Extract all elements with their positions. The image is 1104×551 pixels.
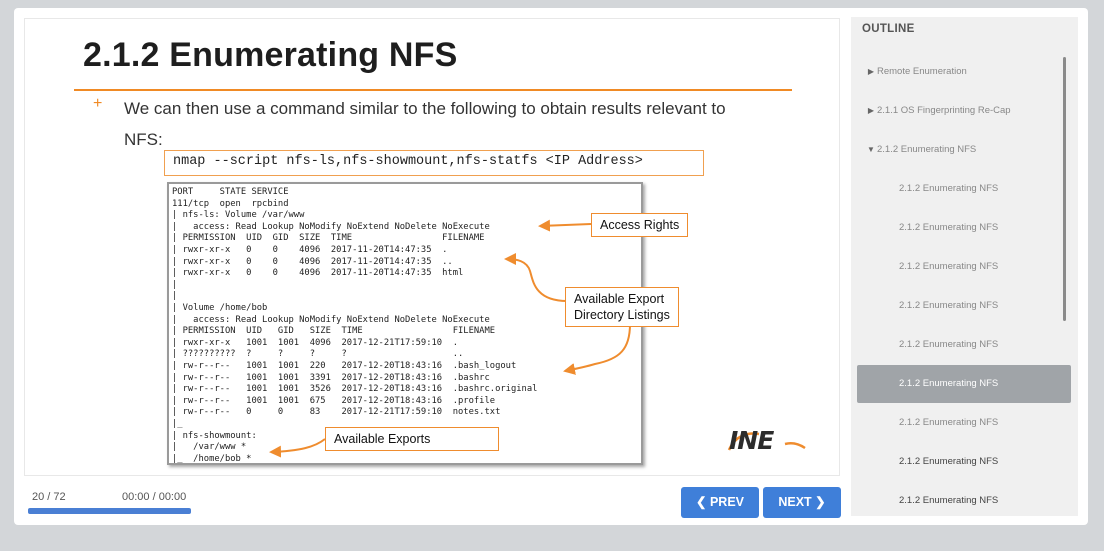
caret-right-icon: ▶ bbox=[867, 106, 875, 115]
outline-item-label: 2.1.2 Enumerating NFS bbox=[899, 261, 999, 272]
terminal-line: | Volume /home/bob bbox=[172, 303, 268, 313]
chevron-right-icon: ❯ bbox=[815, 495, 826, 509]
callout-export-listings-line2: Directory Listings bbox=[574, 308, 670, 322]
outline-item[interactable]: ▶ Remote Enumeration bbox=[857, 53, 1071, 91]
terminal-line: | rw-r--r-- 1001 1001 3526 2017-12-20T18… bbox=[172, 384, 538, 395]
slide-canvas: 2.1.2 Enumerating NFS + We can then use … bbox=[24, 18, 840, 476]
prev-label: PREV bbox=[709, 495, 744, 509]
terminal-line: | bbox=[172, 291, 178, 302]
outline-item-label: 2.1.2 Enumerating NFS bbox=[899, 456, 999, 467]
terminal-line: | PERMISSION UID GID SIZE TIME FILENAME bbox=[172, 233, 485, 244]
terminal-line: | nfs-showmount: bbox=[172, 430, 257, 441]
outline-item[interactable]: ▼ 2.1.2 Enumerating NFS bbox=[857, 131, 1071, 169]
terminal-line: | rwxr-xr-x 1001 1001 4096 2017-12-21T17… bbox=[172, 337, 458, 348]
outline-item-label: Remote Enumeration bbox=[877, 66, 967, 77]
player-controls: 20 / 72 00:00 / 00:00 ❮ PREV NEXT ❯ bbox=[14, 480, 844, 525]
outline-item[interactable]: 2.1.2 Enumerating NFS bbox=[857, 248, 1071, 286]
bullet-line-1: We can then use a command similar to the… bbox=[124, 99, 726, 118]
outline-item-label: 2.1.2 Enumerating NFS bbox=[899, 378, 999, 389]
callout-export-listings-line1: Available Export bbox=[574, 292, 665, 306]
bullet-marker: + bbox=[93, 95, 103, 112]
terminal-line: | /var/www * bbox=[172, 442, 247, 453]
terminal-line: |_ /home/bob * bbox=[172, 453, 252, 464]
caret-down-icon: ▼ bbox=[867, 145, 875, 154]
terminal-line: 111/tcp open rpcbind bbox=[172, 198, 289, 209]
outline-item[interactable]: 2.1.2 Enumerating NFS bbox=[857, 209, 1071, 247]
chevron-left-icon: ❮ bbox=[695, 495, 707, 509]
terminal-line: | access: Read Lookup NoModify NoExtend … bbox=[172, 221, 490, 232]
outline-item[interactable]: ▶ 2.1.1 OS Fingerprinting Re-Cap bbox=[857, 92, 1071, 130]
outline-item-label: 2.1.2 Enumerating NFS bbox=[899, 495, 999, 506]
terminal-line: | rwxr-xr-x 0 0 4096 2017-11-20T14:47:35… bbox=[172, 256, 453, 267]
progress-bar[interactable] bbox=[28, 508, 191, 514]
outline-item-label: 2.1.1 OS Fingerprinting Re-Cap bbox=[877, 105, 1011, 116]
outline-scrollbar[interactable] bbox=[1063, 57, 1066, 321]
callout-access-rights: Access Rights bbox=[591, 213, 689, 237]
outline-item-label: 2.1.2 Enumerating NFS bbox=[899, 222, 999, 233]
outline-item[interactable]: 2.1.2 Enumerating NFS bbox=[857, 170, 1071, 208]
outline-item[interactable]: 2.1.2 Enumerating NFS bbox=[857, 482, 1071, 520]
terminal-line: | rw-r--r-- 1001 1001 3391 2017-12-20T18… bbox=[172, 372, 490, 383]
outline-item[interactable]: 2.1.2 Enumerating NFS bbox=[857, 287, 1071, 325]
outline-item-label: 2.1.2 Enumerating NFS bbox=[899, 300, 999, 311]
terminal-line: | rw-r--r-- 1001 1001 675 2017-12-20T18:… bbox=[172, 395, 496, 406]
bullet-text: We can then use a command similar to the… bbox=[124, 93, 804, 155]
outline-panel: OUTLINE ▶ Remote Enumeration ▶ 2.1.1 OS Fin… bbox=[851, 17, 1078, 516]
terminal-line: | rwxr-xr-x 0 0 4096 2017-11-20T14:47:35… bbox=[172, 245, 448, 255]
terminal-line: | PERMISSION UID GID SIZE TIME FILENAME bbox=[172, 326, 496, 337]
terminal-line: | access: Read Lookup NoModify NoExtend … bbox=[172, 314, 490, 325]
title-divider bbox=[74, 89, 792, 91]
terminal-line: |_ bbox=[172, 419, 183, 429]
command-box: nmap --script nfs-ls,nfs-showmount,nfs-s… bbox=[164, 150, 704, 176]
next-label: NEXT bbox=[778, 495, 812, 509]
outline-item[interactable]: 2.1.2 Enumerating NFS bbox=[857, 443, 1071, 481]
terminal-line: | rwxr-xr-x 0 0 4096 2017-11-20T14:47:35… bbox=[172, 268, 464, 279]
terminal-line: PORT STATE SERVICE bbox=[172, 187, 289, 197]
next-button[interactable]: NEXT ❯ bbox=[763, 487, 841, 518]
outline-item[interactable]: 2.1.2 Enumerating NFS bbox=[857, 404, 1071, 442]
callout-export-listings: Available Export Directory Listings bbox=[565, 287, 679, 327]
outline-item-label: 2.1.2 Enumerating NFS bbox=[877, 144, 977, 155]
terminal-line: | nfs-ls: Volume /var/www bbox=[172, 210, 305, 221]
ine-logo: INE bbox=[729, 426, 774, 455]
outline-item-label: 2.1.2 Enumerating NFS bbox=[899, 417, 999, 428]
slide-title: 2.1.2 Enumerating NFS bbox=[83, 36, 458, 74]
outline-item-label: 2.1.2 Enumerating NFS bbox=[899, 339, 999, 350]
outline-item[interactable]: 2.1.2 Enumerating NFS bbox=[857, 365, 1071, 403]
outline-item-label: 2.1.2 Enumerating NFS bbox=[899, 183, 999, 194]
terminal-line: | rw-r--r-- 1001 1001 220 2017-12-20T18:… bbox=[172, 361, 517, 371]
caret-right-icon: ▶ bbox=[867, 67, 875, 76]
terminal-line: | bbox=[172, 279, 178, 290]
outline-item[interactable]: 2.1.2 Enumerating NFS bbox=[857, 326, 1071, 364]
prev-button[interactable]: ❮ PREV bbox=[681, 487, 759, 518]
time-display: 00:00 / 00:00 bbox=[122, 491, 187, 503]
terminal-line: | ?????????? ? ? ? ? .. bbox=[172, 349, 464, 360]
terminal-line: | rw-r--r-- 0 0 83 2017-12-21T17:59:10 n… bbox=[172, 407, 501, 418]
callout-available-exports: Available Exports bbox=[325, 427, 499, 451]
slide-counter: 20 / 72 bbox=[32, 491, 66, 503]
outline-title: OUTLINE bbox=[862, 23, 915, 35]
